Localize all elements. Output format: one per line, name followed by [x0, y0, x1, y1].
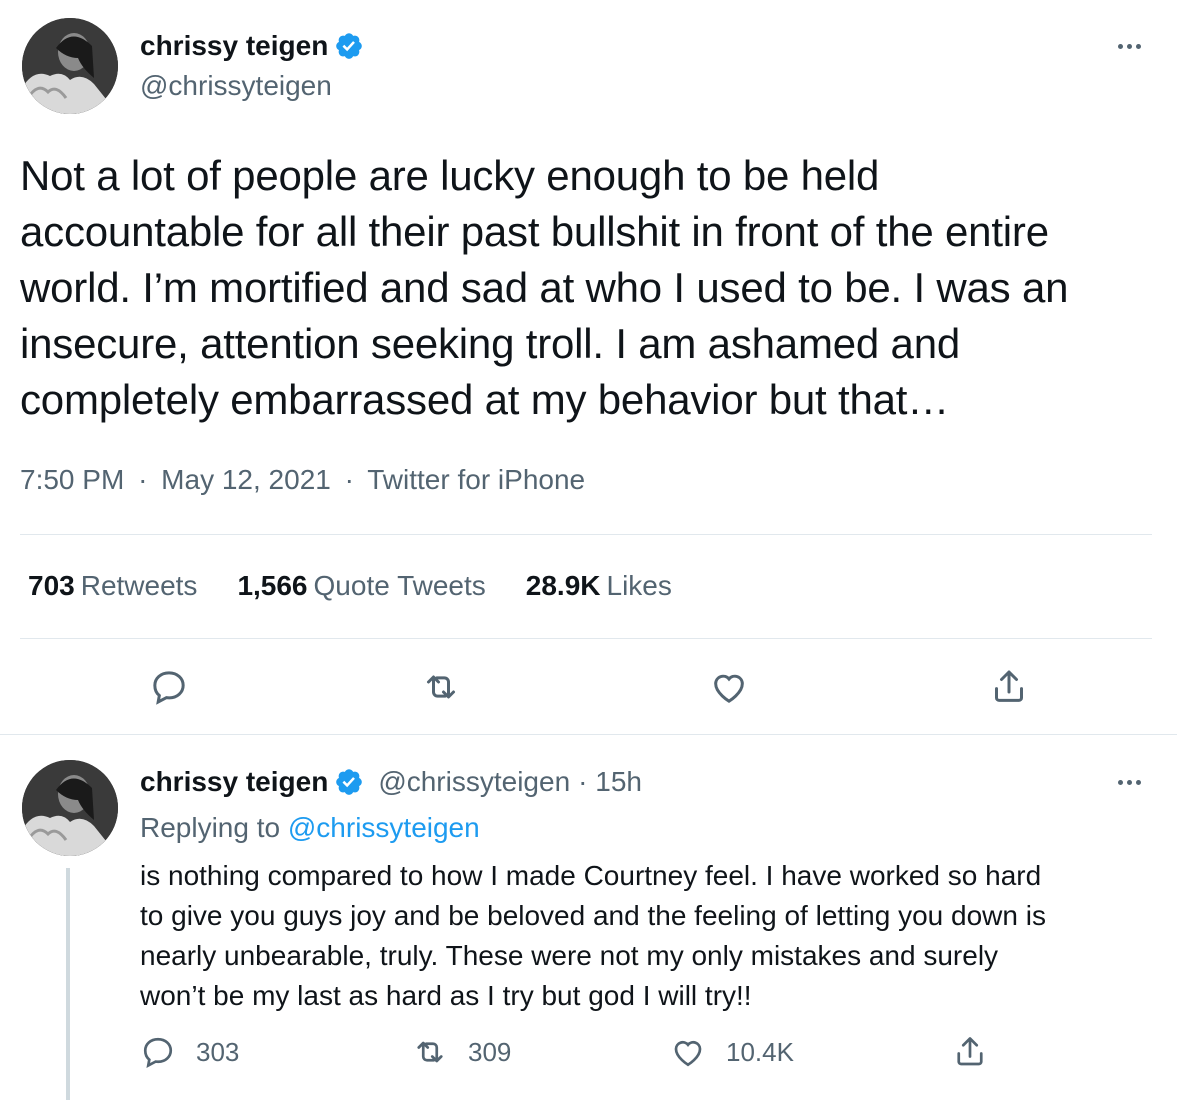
reply-author-handle[interactable]: @chrissyteigen [378, 766, 570, 798]
thread-line [66, 868, 70, 1100]
retweets-label: Retweets [80, 570, 198, 601]
author-name[interactable]: chrissy teigen [140, 30, 328, 62]
avatar[interactable] [22, 18, 118, 114]
reply-icon [143, 1037, 173, 1068]
tweet-text: Not a lot of people are lucky enough to … [20, 152, 1069, 423]
reply-more-options-icon[interactable] [1118, 780, 1141, 785]
retweet-count: 309 [468, 1036, 512, 1067]
reply-like-button[interactable]: 10.4K [670, 1034, 794, 1070]
replying-to-handle[interactable]: @chrissyteigen [288, 812, 480, 843]
replying-to: Replying to @chrissyteigen [140, 812, 480, 844]
retweet-icon [417, 1041, 443, 1063]
quote-tweets-count: 1,566 [237, 570, 308, 601]
quote-tweets-stat[interactable]: 1,566 Quote Tweets [237, 570, 485, 602]
tweet-time[interactable]: 7:50 PM [20, 464, 124, 495]
like-count: 10.4K [726, 1036, 794, 1067]
replying-to-label: Replying to [140, 812, 281, 843]
reply-share-button[interactable] [952, 1034, 988, 1070]
like-icon [714, 674, 744, 703]
divider [0, 734, 1177, 735]
verified-badge-icon [336, 769, 363, 795]
meta-separator: · [344, 464, 354, 495]
tweet-source[interactable]: Twitter for iPhone [367, 464, 585, 495]
verified-badge-icon [336, 33, 363, 59]
likes-stat[interactable]: 28.9K Likes [526, 570, 672, 602]
like-icon [674, 1040, 702, 1067]
reply-author-name[interactable]: chrissy teigen [140, 766, 328, 798]
likes-count: 28.9K [525, 570, 601, 601]
tweet-date[interactable]: May 12, 2021 [161, 464, 331, 495]
divider [20, 638, 1152, 639]
share-icon [957, 1037, 983, 1066]
retweets-stat[interactable]: 703 Retweets [28, 570, 197, 602]
tweet-stats: 703 Retweets 1,566 Quote Tweets 28.9K Likes [28, 570, 712, 602]
likes-label: Likes [606, 570, 672, 601]
meta-separator: · [138, 464, 148, 495]
tweet-meta: 7:50 PM · May 12, 2021 · Twitter for iPh… [20, 464, 585, 496]
like-button[interactable] [706, 664, 752, 710]
reply-count: 303 [196, 1036, 240, 1067]
reply-reply-button[interactable]: 303 [140, 1034, 239, 1070]
author-row: chrissy teigen [140, 30, 364, 62]
share-icon [995, 670, 1023, 702]
retweet-icon [427, 675, 455, 699]
author-handle[interactable]: @chrissyteigen [140, 70, 332, 102]
quote-tweets-label: Quote Tweets [313, 570, 486, 601]
reply-avatar[interactable] [22, 760, 118, 856]
reply-retweet-button[interactable]: 309 [412, 1034, 511, 1070]
reply-author-row: chrissy teigen @chrissyteigen · 15h [140, 766, 642, 798]
reply-icon [153, 671, 185, 705]
reply-text: is nothing compared to how I made Courtn… [140, 860, 1046, 1011]
divider [20, 534, 1152, 535]
more-options-icon[interactable] [1118, 44, 1141, 49]
retweets-count: 703 [28, 570, 75, 601]
reply-timestamp[interactable]: · 15h [578, 766, 642, 798]
reply-button[interactable] [146, 664, 192, 710]
retweet-button[interactable] [418, 664, 464, 710]
share-button[interactable] [986, 664, 1032, 710]
